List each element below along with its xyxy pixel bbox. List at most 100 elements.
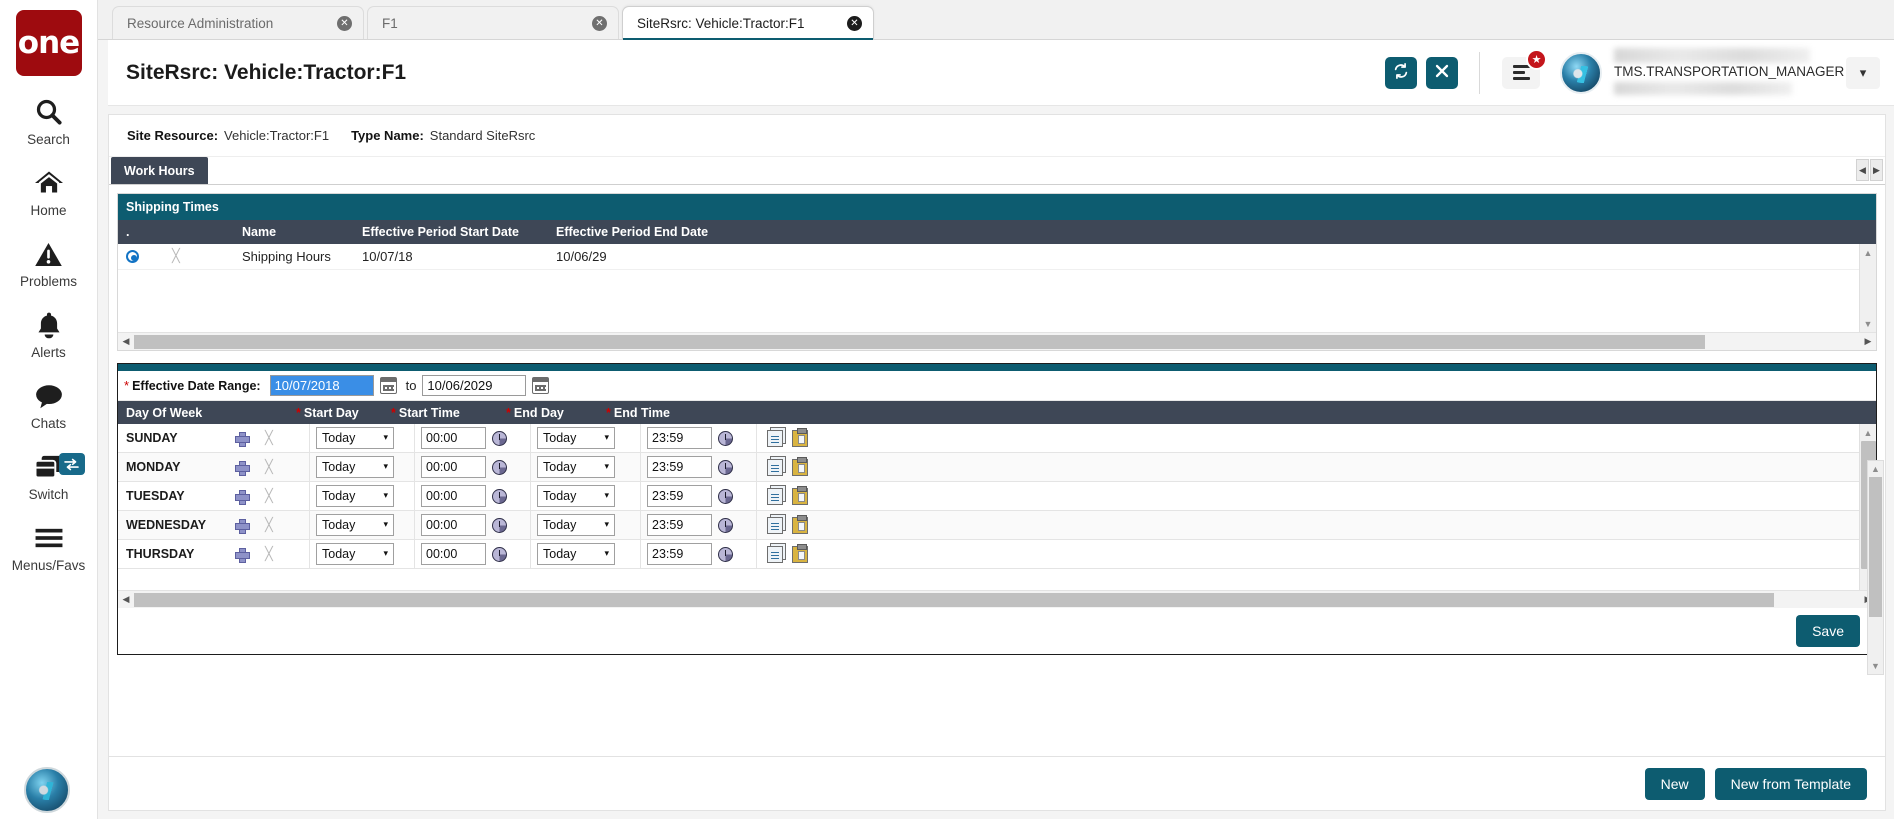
calendar-icon[interactable] xyxy=(379,377,397,394)
shipping-times-horizontal-scrollbar[interactable]: ◀ ▶ xyxy=(118,332,1876,350)
end-day-select[interactable]: Today ▾ xyxy=(537,456,615,478)
tab-resource-administration[interactable]: Resource Administration ✕ xyxy=(112,6,364,39)
clock-icon[interactable] xyxy=(718,430,733,446)
start-day-select[interactable]: Today ▾ xyxy=(316,485,394,507)
chevron-left-icon[interactable]: ◀ xyxy=(1856,159,1869,181)
end-day-select[interactable]: Today ▾ xyxy=(537,514,615,536)
start-day-select[interactable]: Today ▾ xyxy=(316,427,394,449)
end-time-input[interactable] xyxy=(647,427,712,449)
x-delete-icon[interactable]: ╳ xyxy=(265,489,273,504)
scrollbar-track[interactable] xyxy=(1860,261,1877,315)
swap-arrows-icon[interactable] xyxy=(58,453,85,475)
scroll-left-icon[interactable]: ◀ xyxy=(118,336,134,347)
copy-icon[interactable] xyxy=(767,545,783,563)
start-time-input[interactable] xyxy=(421,514,486,536)
sidebar-item-chats[interactable]: Chats xyxy=(0,379,98,431)
plus-add-icon[interactable] xyxy=(235,518,250,534)
scroll-down-icon[interactable]: ▼ xyxy=(1860,315,1877,332)
table-row[interactable]: SUNDAY ╳ Today ▾ Today ▾ xyxy=(118,424,1859,453)
copy-icon[interactable] xyxy=(767,458,783,476)
start-time-input[interactable] xyxy=(421,485,486,507)
table-row[interactable]: ╳ Shipping Hours 10/07/18 10/06/29 xyxy=(118,244,1859,270)
x-delete-icon[interactable]: ╳ xyxy=(265,547,273,562)
scrollbar-track[interactable] xyxy=(134,334,1860,349)
scroll-right-icon[interactable]: ▶ xyxy=(1860,336,1876,347)
scroll-left-icon[interactable]: ◀ xyxy=(118,594,134,605)
chevron-right-icon[interactable]: ▶ xyxy=(1870,159,1883,181)
paste-icon[interactable] xyxy=(792,485,808,505)
end-time-input[interactable] xyxy=(647,514,712,536)
close-page-button[interactable] xyxy=(1426,56,1458,89)
table-row[interactable]: MONDAY ╳ Today ▾ Today ▾ xyxy=(118,452,1859,482)
sidebar-item-menus-favs[interactable]: Menus/Favs xyxy=(0,521,98,573)
start-day-select[interactable]: Today ▾ xyxy=(316,543,394,565)
sidebar-item-alerts[interactable]: Alerts xyxy=(0,308,98,360)
menu-favorites-button[interactable]: ★ xyxy=(1502,48,1547,89)
close-icon[interactable]: ✕ xyxy=(847,15,862,31)
start-time-input[interactable] xyxy=(421,427,486,449)
end-time-input[interactable] xyxy=(647,456,712,478)
start-day-select[interactable]: Today ▾ xyxy=(316,514,394,536)
tab-f1[interactable]: F1 ✕ xyxy=(367,6,619,39)
calendar-icon[interactable] xyxy=(532,377,550,394)
paste-icon[interactable] xyxy=(792,514,808,534)
end-time-input[interactable] xyxy=(647,543,712,565)
new-from-template-button[interactable]: New from Template xyxy=(1714,767,1867,800)
shipping-times-vertical-scrollbar[interactable]: ▲ ▼ xyxy=(1859,244,1876,332)
save-button[interactable]: Save xyxy=(1796,615,1860,647)
end-day-select[interactable]: Today ▾ xyxy=(537,543,615,565)
x-delete-icon[interactable]: ╳ xyxy=(265,518,273,533)
plus-add-icon[interactable] xyxy=(235,489,250,505)
start-time-input[interactable] xyxy=(421,456,486,478)
x-delete-icon[interactable]: ╳ xyxy=(265,431,273,446)
scrollbar-thumb[interactable] xyxy=(1869,477,1882,617)
sidebar-item-problems[interactable]: Problems xyxy=(0,237,98,289)
copy-icon[interactable] xyxy=(767,429,783,447)
paste-icon[interactable] xyxy=(792,543,808,563)
one-logo[interactable]: one xyxy=(15,10,82,76)
paste-icon[interactable] xyxy=(792,456,808,476)
clock-icon[interactable] xyxy=(492,517,507,533)
plus-add-icon[interactable] xyxy=(235,547,250,563)
clock-icon[interactable] xyxy=(492,430,507,446)
start-time-input[interactable] xyxy=(421,543,486,565)
clock-icon[interactable] xyxy=(492,546,507,562)
end-day-select[interactable]: Today ▾ xyxy=(537,427,615,449)
day-grid-horizontal-scrollbar[interactable]: ◀ ▶ xyxy=(118,590,1876,608)
row-select-radio[interactable] xyxy=(118,250,164,263)
tab-siterstrc-vehicle-tractor-f1[interactable]: SiteRsrc: Vehicle:Tractor:F1 ✕ xyxy=(622,6,874,40)
sidebar-avatar[interactable] xyxy=(24,767,70,813)
clock-icon[interactable] xyxy=(492,459,507,475)
user-menu-toggle[interactable]: ▾ xyxy=(1846,56,1880,89)
plus-add-icon[interactable] xyxy=(235,460,250,476)
end-time-input[interactable] xyxy=(647,485,712,507)
avatar[interactable] xyxy=(1560,51,1602,94)
clock-icon[interactable] xyxy=(718,517,733,533)
table-row[interactable]: THURSDAY ╳ Today ▾ Today ▾ xyxy=(118,539,1859,569)
scroll-up-icon[interactable]: ▲ xyxy=(1860,244,1877,261)
end-day-select[interactable]: Today ▾ xyxy=(537,485,615,507)
clock-icon[interactable] xyxy=(718,459,733,475)
copy-icon[interactable] xyxy=(767,516,783,534)
clock-icon[interactable] xyxy=(718,488,733,504)
start-date-input[interactable] xyxy=(269,375,374,396)
sidebar-item-switch[interactable]: Switch xyxy=(0,450,98,502)
start-day-select[interactable]: Today ▾ xyxy=(316,456,394,478)
sidebar-item-home[interactable]: Home xyxy=(0,166,98,218)
plus-add-icon[interactable] xyxy=(235,431,250,447)
close-icon[interactable]: ✕ xyxy=(337,15,352,31)
new-button[interactable]: New xyxy=(1644,767,1705,800)
table-row[interactable]: WEDNESDAY ╳ Today ▾ Today ▾ xyxy=(118,510,1859,540)
paste-icon[interactable] xyxy=(792,427,808,447)
end-date-input[interactable] xyxy=(422,375,527,396)
scroll-up-icon[interactable]: ▲ xyxy=(1868,461,1883,477)
scroll-down-icon[interactable]: ▼ xyxy=(1868,658,1883,674)
x-delete-icon[interactable]: ╳ xyxy=(265,460,273,475)
row-delete-action[interactable]: ╳ xyxy=(164,249,234,264)
copy-icon[interactable] xyxy=(767,487,783,505)
scrollbar-track[interactable] xyxy=(134,592,1860,607)
table-row[interactable]: TUESDAY ╳ Today ▾ Today ▾ xyxy=(118,481,1859,511)
sidebar-item-search[interactable]: Search xyxy=(0,95,98,147)
clock-icon[interactable] xyxy=(718,546,733,562)
refresh-button[interactable] xyxy=(1385,56,1417,89)
